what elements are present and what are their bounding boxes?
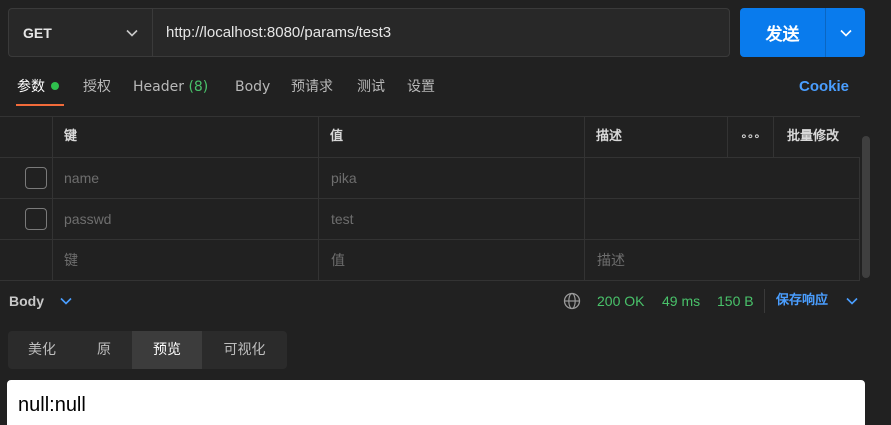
send-options-button[interactable] [825, 8, 865, 57]
param-key[interactable]: passwd [64, 199, 111, 239]
header-count: (8) [188, 79, 209, 95]
param-key[interactable]: name [64, 158, 99, 198]
view-tab-raw[interactable]: 原 [76, 331, 132, 369]
table-border [0, 198, 860, 199]
column-header-value: 值 [330, 129, 344, 144]
table-border [0, 157, 860, 158]
globe-icon[interactable] [563, 292, 581, 310]
tab-tests[interactable]: 测试 [357, 76, 385, 98]
new-value-input[interactable]: 值 [331, 240, 345, 280]
scrollbar[interactable] [862, 136, 870, 278]
url-input[interactable]: http://localhost:8080/params/test3 [152, 8, 730, 57]
tab-body[interactable]: Body [235, 76, 270, 98]
column-header-key: 键 [64, 129, 78, 144]
response-size: 150 B [717, 293, 754, 309]
table-border [0, 239, 860, 240]
tab-settings[interactable]: 设置 [407, 76, 435, 98]
save-response-label: 保存响应 [776, 293, 829, 308]
tab-header[interactable]: Header (8) [133, 76, 208, 98]
new-key-input[interactable]: 键 [64, 240, 78, 280]
table-border [727, 116, 728, 157]
response-time: 49 ms [662, 293, 701, 309]
chevron-down-icon [846, 297, 858, 305]
view-tab-pretty[interactable]: 美化 [8, 331, 76, 369]
view-tab-visualize[interactable]: 可视化 [202, 331, 287, 369]
send-button[interactable]: 发送 [740, 8, 825, 57]
active-tab-indicator [16, 104, 64, 106]
bulk-edit-button[interactable]: 批量修改 [787, 116, 839, 157]
method-label: GET [23, 24, 52, 41]
params-active-dot [51, 82, 59, 90]
table-border [0, 116, 860, 117]
table-border [584, 116, 585, 280]
chevron-down-icon [60, 297, 72, 305]
table-border [773, 116, 774, 157]
response-preview-panel [7, 380, 865, 425]
chevron-down-icon [126, 29, 138, 37]
more-options-button[interactable]: ∘∘∘ [740, 116, 761, 157]
table-border [318, 116, 319, 280]
tab-auth[interactable]: 授权 [83, 76, 111, 98]
response-body-dropdown[interactable]: Body [9, 291, 44, 311]
table-border [859, 157, 860, 280]
column-header-description: 描述 [596, 129, 623, 144]
cookie-link[interactable]: Cookie [799, 76, 849, 98]
tab-header-label: Header [133, 79, 184, 95]
table-border [52, 116, 53, 280]
tab-params-label: 参数 [17, 79, 45, 95]
method-select[interactable]: GET [8, 8, 152, 57]
row-checkbox[interactable] [25, 167, 47, 189]
view-tab-preview[interactable]: 预览 [132, 331, 202, 369]
row-checkbox[interactable] [25, 208, 47, 230]
chevron-down-icon [839, 29, 852, 37]
status-code: 200 OK [597, 293, 645, 309]
param-value[interactable]: pika [331, 158, 357, 198]
tab-params[interactable]: 参数 [17, 76, 59, 98]
response-body-label: Body [9, 293, 44, 309]
new-description-input[interactable]: 描述 [597, 240, 625, 280]
table-border [0, 280, 860, 281]
response-preview-text: null:null [18, 394, 86, 416]
url-text: http://localhost:8080/params/test3 [166, 24, 392, 41]
param-value[interactable]: test [331, 199, 354, 239]
save-response-button[interactable]: 保存响应 [776, 291, 828, 311]
tab-prerequest[interactable]: 预请求 [291, 76, 333, 98]
divider [764, 289, 765, 313]
